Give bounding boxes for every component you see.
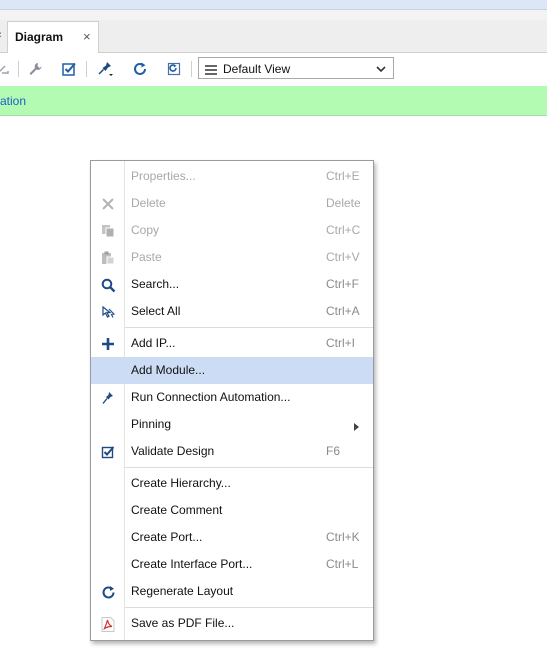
tab-label: Diagram: [15, 30, 64, 44]
partial-tool-icon[interactable]: [0, 58, 14, 80]
toolbar-separator: [191, 61, 192, 77]
validate-design-icon[interactable]: [58, 58, 80, 80]
diagram-toolbar: Default View: [0, 53, 547, 85]
validate-icon: [99, 443, 117, 461]
menu-item-run-connection-automation[interactable]: Run Connection Automation...: [91, 384, 373, 411]
menu-item-label: Select All: [131, 304, 181, 318]
view-list-icon: [205, 64, 217, 78]
menu-item-label: Paste: [131, 250, 162, 264]
pdf-icon: [99, 615, 117, 633]
menu-item-label: Save as PDF File...: [131, 616, 235, 630]
menu-item-label: Search...: [131, 277, 180, 291]
menu-item-label: Create Port...: [131, 530, 203, 544]
menu-item-shortcut: Ctrl+F: [326, 277, 359, 291]
menu-item-pinning[interactable]: Pinning: [91, 411, 373, 438]
menu-item-create-port[interactable]: Create Port... Ctrl+K: [91, 524, 373, 551]
connection-automation-icon: [99, 389, 117, 407]
wrench-icon[interactable]: [24, 58, 46, 80]
chevron-down-icon: [376, 63, 386, 77]
tab-scroll-left-icon[interactable]: ‹: [0, 29, 6, 41]
menu-item-shortcut: Ctrl+I: [326, 336, 356, 350]
menu-item-label: Create Interface Port...: [131, 557, 253, 571]
menu-item-regenerate-layout[interactable]: Regenerate Layout: [91, 578, 373, 605]
panel-gap: [0, 10, 547, 20]
menu-item-create-interface-port[interactable]: Create Interface Port... Ctrl+L: [91, 551, 373, 578]
toolbar-separator: [86, 61, 87, 77]
menu-item-copy[interactable]: Copy Ctrl+C: [91, 217, 373, 244]
refresh-icon: [99, 583, 117, 601]
menu-item-label: Add IP...: [131, 336, 176, 350]
menu-item-label: Properties...: [131, 169, 196, 183]
menu-item-label: Delete: [131, 196, 166, 210]
search-icon: [99, 276, 117, 294]
refresh-icon[interactable]: [129, 58, 151, 80]
select-all-icon: [99, 303, 117, 321]
add-icon: [99, 335, 117, 353]
tab-close-icon[interactable]: ×: [83, 30, 91, 44]
menu-separator: [125, 467, 373, 468]
tab-bar: ‹ Diagram ×: [0, 20, 547, 53]
menu-item-create-hierarchy[interactable]: Create Hierarchy...: [91, 470, 373, 497]
menu-item-shortcut: F6: [326, 444, 341, 458]
menu-item-shortcut: Ctrl+E: [326, 169, 360, 183]
menu-item-label: Pinning: [131, 417, 172, 431]
menu-item-shortcut: Delete: [326, 196, 361, 210]
menu-item-shortcut: Ctrl+L: [326, 557, 359, 571]
menu-item-shortcut: Ctrl+C: [326, 223, 361, 237]
tab-diagram[interactable]: Diagram ×: [7, 21, 99, 53]
menu-item-search[interactable]: Search... Ctrl+F: [91, 271, 373, 298]
menu-item-label: Run Connection Automation...: [131, 390, 291, 404]
regenerate-layout-icon[interactable]: [163, 58, 185, 80]
menu-separator: [125, 607, 373, 608]
menu-item-add-module[interactable]: Add Module...: [91, 357, 373, 384]
run-connection-automation-link[interactable]: ation: [0, 94, 26, 108]
window-top-strip: [0, 0, 547, 10]
menu-item-create-comment[interactable]: Create Comment: [91, 497, 373, 524]
paste-icon: [99, 249, 117, 267]
menu-item-paste[interactable]: Paste Ctrl+V: [91, 244, 373, 271]
menu-item-label: Add Module...: [131, 363, 206, 377]
view-select-value: Default View: [223, 62, 291, 76]
copy-icon: [99, 222, 117, 240]
close-icon: [99, 195, 117, 213]
menu-item-shortcut: Ctrl+A: [326, 304, 360, 318]
menu-item-label: Create Comment: [131, 503, 223, 517]
view-select-dropdown[interactable]: Default View: [198, 57, 394, 79]
menu-item-label: Copy: [131, 223, 160, 237]
context-menu: Properties... Ctrl+E Delete Delete Copy …: [90, 160, 374, 641]
toolbar-separator: [18, 61, 19, 77]
menu-item-add-ip[interactable]: Add IP... Ctrl+I: [91, 330, 373, 357]
menu-item-label: Create Hierarchy...: [131, 476, 231, 490]
menu-item-properties[interactable]: Properties... Ctrl+E: [91, 163, 373, 190]
menu-item-shortcut: Ctrl+K: [326, 530, 360, 544]
menu-item-save-as-pdf[interactable]: Save as PDF File...: [91, 610, 373, 637]
menu-separator: [125, 327, 373, 328]
designer-assistance-banner: ation: [0, 86, 547, 116]
menu-item-validate-design[interactable]: Validate Design F6: [91, 438, 373, 465]
pin-icon[interactable]: [94, 58, 116, 80]
menu-item-shortcut: Ctrl+V: [326, 250, 360, 264]
menu-item-delete[interactable]: Delete Delete: [91, 190, 373, 217]
submenu-arrow-icon: [354, 420, 360, 434]
menu-item-select-all[interactable]: Select All Ctrl+A: [91, 298, 373, 325]
menu-item-label: Regenerate Layout: [131, 584, 234, 598]
menu-item-label: Validate Design: [131, 444, 215, 458]
